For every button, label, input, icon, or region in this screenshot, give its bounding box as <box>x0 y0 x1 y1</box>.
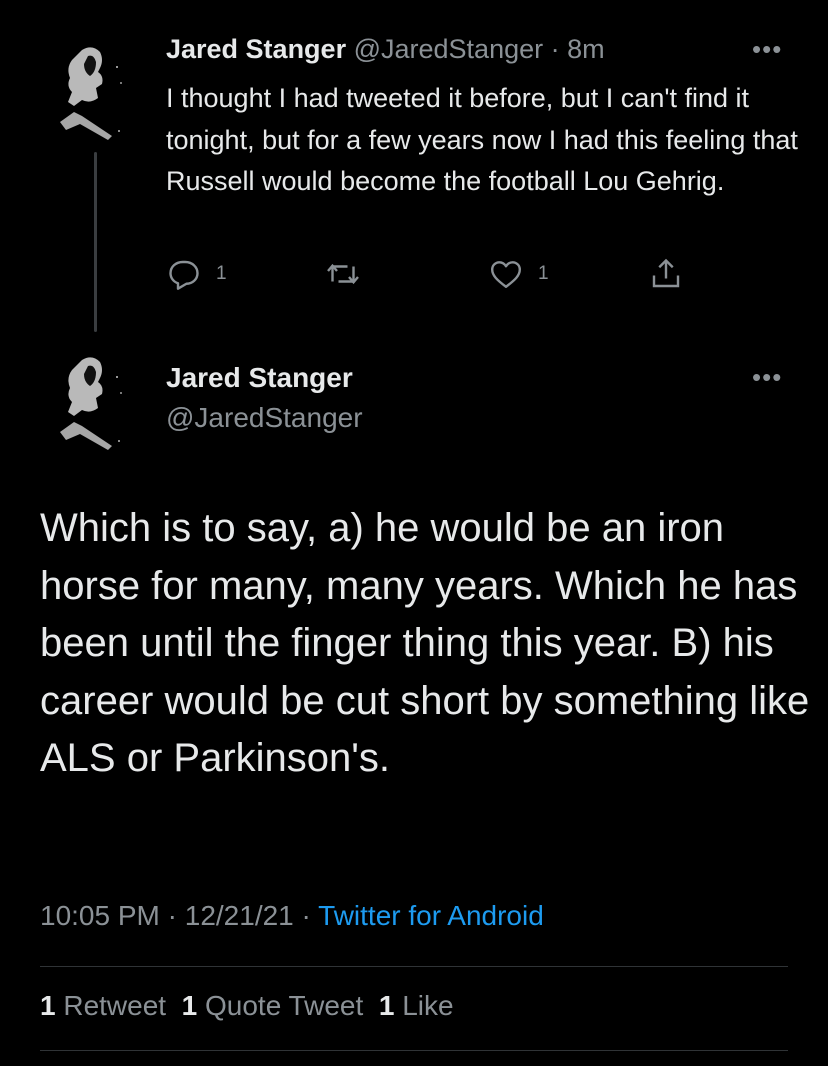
likes-count: 1 <box>378 990 395 1021</box>
tweet1-timestamp[interactable]: 8m <box>567 34 605 64</box>
likes-stat[interactable]: 1 Like <box>379 990 454 1021</box>
reply-icon <box>169 260 199 290</box>
tweet-source-link[interactable]: Twitter for Android <box>318 900 544 931</box>
share-button[interactable] <box>648 256 684 292</box>
tweet1-header: Jared Stanger @JaredStanger · 8m <box>166 34 605 65</box>
tweet1-more-button[interactable]: ••• <box>752 36 782 62</box>
tweet-stats: 1 Retweet 1 Quote Tweet 1 Like <box>40 990 454 1022</box>
meta-separator: · <box>301 900 311 931</box>
retweet-button[interactable] <box>324 256 362 292</box>
tweet1-author-name[interactable]: Jared Stanger <box>166 34 346 64</box>
avatar[interactable] <box>52 42 132 142</box>
avatar-silhouette-icon <box>60 47 122 140</box>
like-button[interactable]: 1 <box>488 256 549 292</box>
tweet2-text: Which is to say, a) he would be an iron … <box>40 506 810 780</box>
tweet2-meta: 10:05 PM · 12/21/21 · Twitter for Androi… <box>40 900 544 932</box>
divider <box>40 966 788 967</box>
divider <box>40 1050 788 1051</box>
retweets-label: Retweet <box>63 990 167 1021</box>
tweet2-time[interactable]: 10:05 PM <box>40 900 160 931</box>
quote-tweets-label: Quote Tweet <box>205 990 364 1021</box>
tweet2-author-handle[interactable]: @JaredStanger <box>166 402 363 434</box>
tweet2-more-button[interactable]: ••• <box>752 364 782 390</box>
likes-label: Like <box>402 990 454 1021</box>
meta-separator: · <box>167 900 177 931</box>
tweet1-separator: · <box>550 34 560 64</box>
share-icon <box>652 258 680 288</box>
quote-tweets-stat[interactable]: 1 Quote Tweet <box>182 990 364 1021</box>
tweet1-text: I thought I had tweeted it before, but I… <box>166 83 798 196</box>
reply-button[interactable]: 1 <box>166 256 227 292</box>
quote-tweets-count: 1 <box>181 990 198 1021</box>
like-count: 1 <box>538 263 549 284</box>
tweet1-author-handle[interactable]: @JaredStanger <box>354 34 544 64</box>
retweet-icon <box>327 263 359 285</box>
retweets-count: 1 <box>40 990 56 1021</box>
reply-count: 1 <box>216 263 227 284</box>
tweet2-date[interactable]: 12/21/21 <box>185 900 294 931</box>
heart-icon <box>491 261 521 288</box>
avatar-silhouette-icon <box>60 357 122 450</box>
retweets-stat[interactable]: 1 Retweet <box>40 990 166 1021</box>
avatar[interactable] <box>52 352 132 452</box>
tweet2-author-name[interactable]: Jared Stanger <box>166 362 353 394</box>
thread-line <box>94 152 97 332</box>
